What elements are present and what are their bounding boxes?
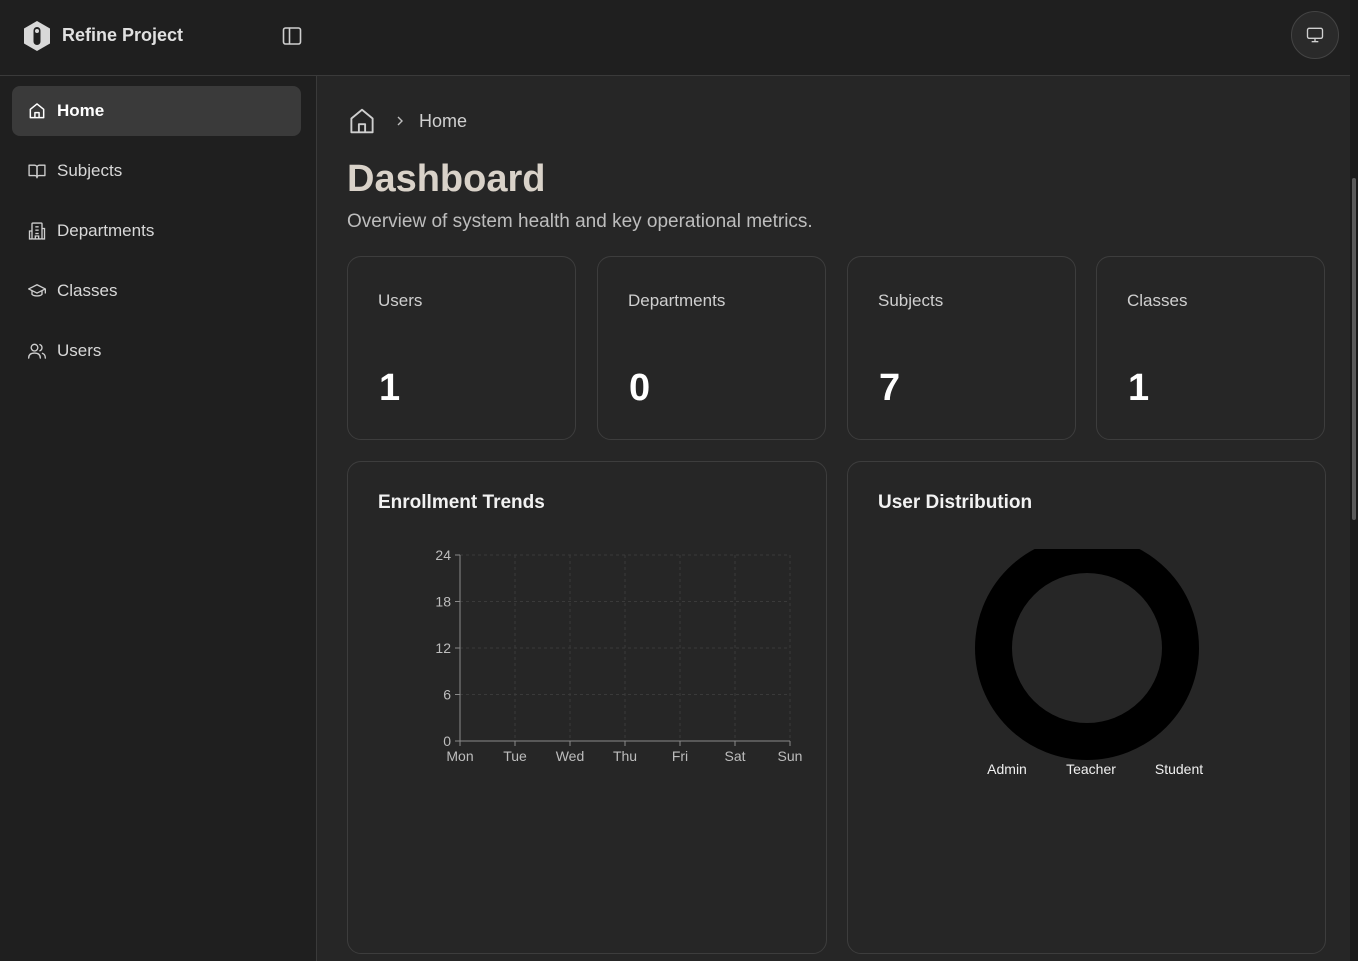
sidebar-item-subjects[interactable]: Subjects xyxy=(12,146,301,196)
sidebar-item-label: Home xyxy=(57,101,105,120)
scrollbar-thumb[interactable] xyxy=(1352,178,1356,520)
sidebar-item-label: Users xyxy=(57,341,102,360)
donut-ring-group xyxy=(975,549,1199,760)
enrollment-trends-chart: 0 6 12 18 24 Mon Tue Wed Thu Fri Sat Sun xyxy=(435,547,803,764)
sidebar-item-label: Subjects xyxy=(57,161,123,180)
stat-label: Departments xyxy=(628,291,726,310)
x-tick-label: Thu xyxy=(613,748,637,764)
stat-card-classes: Classes 1 xyxy=(1096,256,1325,440)
sidebar-item-classes[interactable]: Classes xyxy=(12,266,301,316)
donut-ring xyxy=(975,549,1199,760)
stat-card-departments: Departments 0 xyxy=(597,256,826,440)
breadcrumb-home-icon[interactable] xyxy=(347,106,377,136)
stat-value: 0 xyxy=(629,367,651,409)
y-tick-label: 24 xyxy=(435,547,451,563)
graduation-cap-icon xyxy=(28,284,46,297)
sidebar-item-users[interactable]: Users xyxy=(12,326,301,376)
stat-value: 7 xyxy=(879,367,901,409)
stat-value: 1 xyxy=(379,367,401,409)
stat-card-users: Users 1 xyxy=(347,256,576,440)
sidebar-item-departments[interactable]: Departments xyxy=(12,206,301,256)
x-tick-label: Sat xyxy=(724,748,745,764)
sidebar-item-label: Departments xyxy=(57,221,155,240)
monitor-icon xyxy=(1306,27,1324,43)
breadcrumb-current: Home xyxy=(419,110,468,131)
y-tick-label: 18 xyxy=(435,594,451,610)
page-title: Dashboard xyxy=(347,158,546,200)
top-header: Refine Project xyxy=(0,0,1350,76)
y-tick-label: 12 xyxy=(435,640,451,656)
breadcrumb: Home xyxy=(347,105,467,137)
stat-label: Subjects xyxy=(878,291,944,310)
book-icon xyxy=(28,164,46,179)
building-icon xyxy=(28,222,46,240)
x-tick-label: Tue xyxy=(503,748,527,764)
sidebar: Home Subjects Departments Classes Users xyxy=(0,76,317,961)
sidebar-toggle-icon[interactable] xyxy=(280,24,304,48)
legend-label: Student xyxy=(1155,761,1203,777)
user-distribution-panel: User Distribution Admin Teacher Student xyxy=(847,461,1326,954)
sidebar-item-label: Classes xyxy=(57,281,118,300)
stat-label: Classes xyxy=(1127,291,1188,310)
brand-name: Refine Project xyxy=(62,25,184,45)
x-tick-label: Sun xyxy=(778,748,803,764)
y-tick-label: 0 xyxy=(443,733,451,749)
x-tick-label: Fri xyxy=(672,748,688,764)
legend-label: Admin xyxy=(987,761,1027,777)
theme-toggle-button[interactable] xyxy=(1291,11,1339,59)
enrollment-trends-panel: Enrollment Trends 0 6 12 18 24 Mon Tue Wed Thu Fr… xyxy=(347,461,827,954)
x-tick-label: Mon xyxy=(446,748,473,764)
legend-label: Teacher xyxy=(1066,761,1116,777)
stat-value: 1 xyxy=(1128,367,1150,409)
stat-card-subjects: Subjects 7 xyxy=(847,256,1076,440)
sidebar-item-home[interactable]: Home xyxy=(12,86,301,136)
user-distribution-chart: Admin Teacher Student xyxy=(975,549,1203,777)
users-icon xyxy=(28,343,46,359)
y-tick-label: 6 xyxy=(443,687,451,703)
refine-logo-icon xyxy=(24,21,50,51)
stat-label: Users xyxy=(378,291,423,310)
home-icon xyxy=(29,103,45,119)
x-tick-label: Wed xyxy=(556,748,585,764)
page-subtitle: Overview of system health and key operat… xyxy=(347,211,813,232)
chevron-right-icon xyxy=(397,116,403,126)
